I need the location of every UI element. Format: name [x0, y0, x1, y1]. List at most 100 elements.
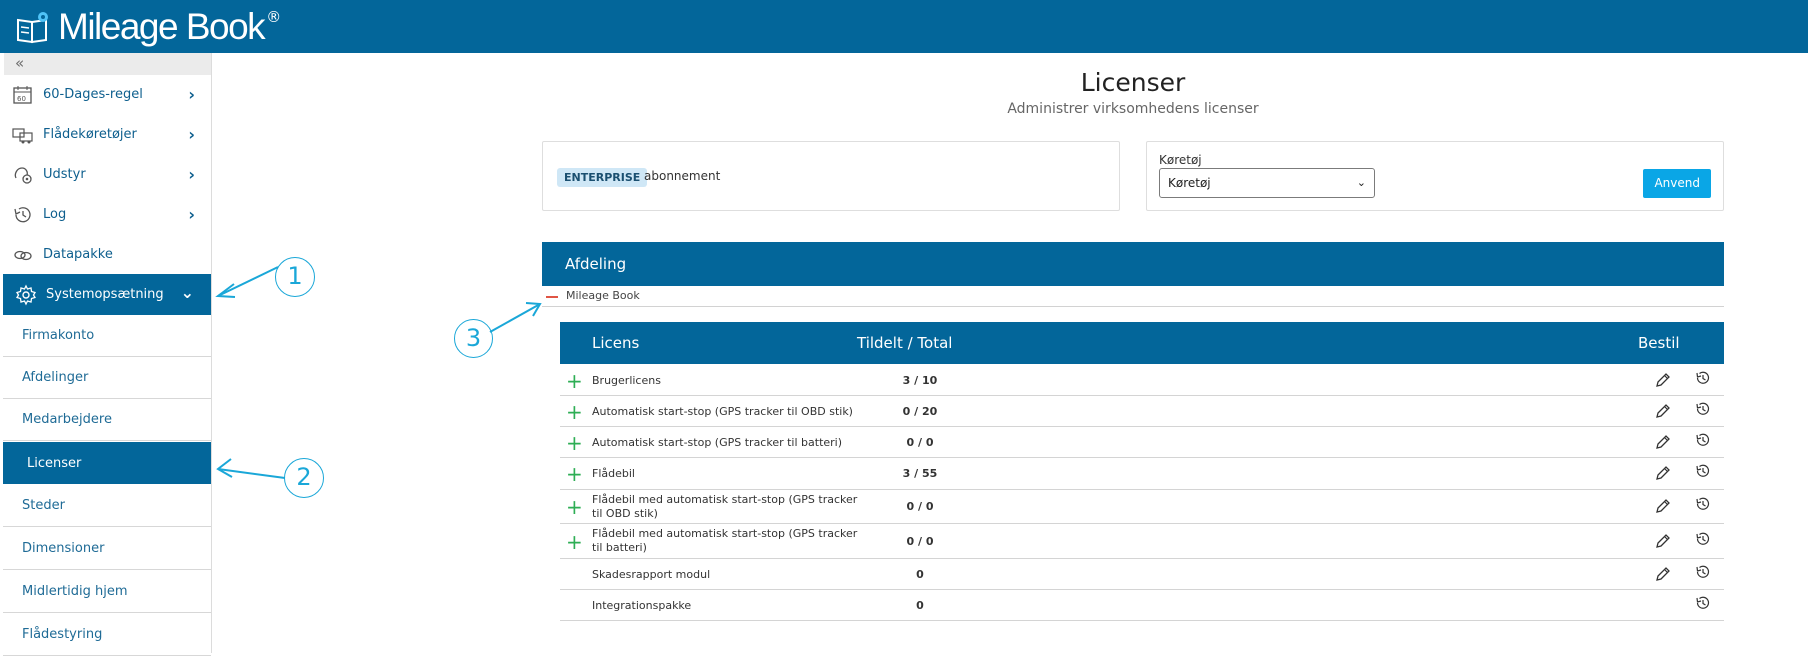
- calendar-60-icon: 60: [13, 85, 32, 104]
- chevron-right-icon: ›: [188, 205, 195, 224]
- sidebar-item-label: Flådekøretøjer: [43, 127, 137, 142]
- vehicle-select-value: Køretøj: [1168, 176, 1211, 190]
- license-assigned-total: 0 / 20: [902, 405, 938, 418]
- edit-pencil-icon[interactable]: [1654, 464, 1672, 482]
- sidebar-subitem-afdelinger[interactable]: Afdelinger: [3, 357, 211, 399]
- sidebar-item-label: Udstyr: [43, 167, 86, 182]
- add-license-icon[interactable]: +: [566, 402, 583, 422]
- history-icon[interactable]: [1694, 400, 1712, 418]
- sidebar-item-label: Datapakke: [43, 247, 113, 262]
- table-row: + Flådebil 3 / 55: [560, 458, 1724, 490]
- table-row: Integrationspakke 0: [560, 590, 1724, 621]
- edit-pencil-icon[interactable]: [1654, 371, 1672, 389]
- gear-icon: [16, 284, 36, 305]
- sidebar-item-label: Systemopsætning: [46, 287, 164, 302]
- edit-pencil-icon[interactable]: [1654, 433, 1672, 451]
- svg-text:60: 60: [17, 95, 26, 103]
- collapse-sidebar-button[interactable]: «: [4, 53, 211, 75]
- add-license-icon[interactable]: +: [566, 371, 583, 391]
- equipment-icon: [14, 166, 32, 184]
- book-logo-icon: [17, 12, 48, 44]
- history-icon[interactable]: [1694, 369, 1712, 387]
- sidebar-subitem-firmakonto[interactable]: Firmakonto: [3, 315, 211, 357]
- edit-pencil-icon[interactable]: [1654, 497, 1672, 515]
- link-icon: [14, 250, 32, 260]
- edit-pencil-icon[interactable]: [1654, 402, 1672, 420]
- sidebar: « 60 60-Dages-regel › Flådekøretøjer › U…: [0, 53, 212, 656]
- table-row: + Flådebil med automatisk start-stop (GPS…: [560, 490, 1724, 524]
- history-icon[interactable]: [1694, 431, 1712, 449]
- table-row: Skadesrapport modul 0: [560, 559, 1724, 590]
- annotation-arrow-1: [215, 266, 279, 298]
- history-icon[interactable]: [1694, 594, 1712, 612]
- history-icon[interactable]: [1694, 563, 1712, 581]
- annotation-circle-3: 3: [454, 319, 493, 358]
- column-header-license: Licens: [592, 334, 640, 352]
- column-header-order: Bestil: [1638, 334, 1680, 352]
- license-name: Skadesrapport modul: [592, 568, 711, 581]
- sidebar-subitem-dimensioner[interactable]: Dimensioner: [3, 528, 211, 570]
- column-header-assigned-total: Tildelt / Total: [857, 334, 953, 352]
- sidebar-subitem-steder[interactable]: Steder: [3, 485, 211, 527]
- app-logo[interactable]: Mileage Book ®: [16, 6, 281, 48]
- chevron-right-icon: ›: [188, 125, 195, 144]
- sidebar-item-label: Log: [43, 207, 67, 222]
- subscription-card: ENTERPRISE abonnement: [542, 141, 1120, 211]
- license-assigned-total: 3 / 55: [902, 467, 938, 480]
- department-row[interactable]: Mileage Book: [542, 286, 1724, 307]
- annotation-arrow-3: [489, 302, 542, 333]
- sidebar-item-udstyr[interactable]: Udstyr ›: [0, 155, 212, 194]
- apply-button[interactable]: Anvend: [1643, 169, 1711, 198]
- license-assigned-total: 3 / 10: [902, 374, 938, 387]
- sidebar-subitem-fladestyring[interactable]: Flådestyring: [3, 614, 211, 656]
- license-name: Flådebil med automatisk start-stop (GPS …: [592, 527, 858, 554]
- history-icon[interactable]: [1694, 530, 1712, 548]
- page-title: Licenser: [1080, 68, 1186, 97]
- department-name: Mileage Book: [566, 289, 640, 302]
- vehicle-filter-card: Køretøj Køretøj ⌄ Anvend: [1146, 141, 1724, 211]
- chevron-right-icon: ›: [188, 165, 195, 184]
- vehicle-select[interactable]: Køretøj ⌄: [1159, 168, 1375, 198]
- add-license-icon[interactable]: +: [566, 433, 583, 453]
- annotation-circle-2: 2: [284, 458, 324, 498]
- add-license-icon[interactable]: +: [566, 497, 583, 517]
- subscription-label: abonnement: [644, 169, 721, 183]
- license-assigned-total: 0: [916, 599, 924, 612]
- add-license-icon[interactable]: +: [566, 532, 583, 552]
- license-table-header: Licens Tildelt / Total Bestil: [560, 322, 1724, 364]
- license-name: Integrationspakke: [592, 599, 692, 612]
- page-subtitle: Administrer virksomhedens licenser: [1007, 101, 1259, 117]
- sidebar-subitem-midlertidig-hjem[interactable]: Midlertidig hjem: [3, 571, 211, 613]
- sidebar-item-log[interactable]: Log ›: [0, 195, 212, 234]
- sidebar-item-datapakke[interactable]: Datapakke: [0, 235, 212, 274]
- history-icon: [14, 206, 31, 222]
- table-row: + Automatisk start-stop (GPS tracker til …: [560, 396, 1724, 427]
- add-license-icon[interactable]: +: [566, 464, 583, 484]
- sidebar-subitem-licenser[interactable]: Licenser: [3, 442, 211, 484]
- annotation-arrow-2: [216, 458, 286, 479]
- sidebar-subitem-medarbejdere[interactable]: Medarbejdere: [3, 399, 211, 441]
- edit-pencil-icon[interactable]: [1654, 532, 1672, 550]
- sidebar-item-systemopsaetning[interactable]: Systemopsætning ⌄: [3, 274, 211, 315]
- license-assigned-total: 0 / 0: [906, 500, 934, 513]
- annotation-circle-1: 1: [275, 257, 315, 297]
- vehicles-icon: [12, 127, 33, 143]
- app-name: Mileage Book: [58, 6, 266, 47]
- chevron-down-icon: ⌄: [180, 283, 194, 302]
- table-row: + Brugerlicens 3 / 10: [560, 365, 1724, 396]
- department-header: Afdeling: [542, 242, 1724, 286]
- license-name: Flådebil med automatisk start-stop (GPS …: [592, 493, 858, 520]
- license-name: Flådebil: [592, 467, 635, 480]
- history-icon[interactable]: [1694, 495, 1712, 513]
- history-icon[interactable]: [1694, 462, 1712, 480]
- registered-mark: ®: [266, 8, 282, 26]
- collapse-minus-icon[interactable]: [546, 296, 558, 298]
- license-assigned-total: 0 / 0: [906, 535, 934, 548]
- license-assigned-total: 0 / 0: [906, 436, 934, 449]
- edit-pencil-icon[interactable]: [1654, 565, 1672, 583]
- top-bar: Mileage Book ®: [0, 0, 1808, 53]
- license-assigned-total: 0: [916, 568, 924, 581]
- sidebar-item-fladekoretojer[interactable]: Flådekøretøjer ›: [0, 115, 212, 154]
- license-name: Automatisk start-stop (GPS tracker til O…: [592, 405, 853, 418]
- sidebar-item-60-dages-regel[interactable]: 60 60-Dages-regel ›: [0, 75, 212, 114]
